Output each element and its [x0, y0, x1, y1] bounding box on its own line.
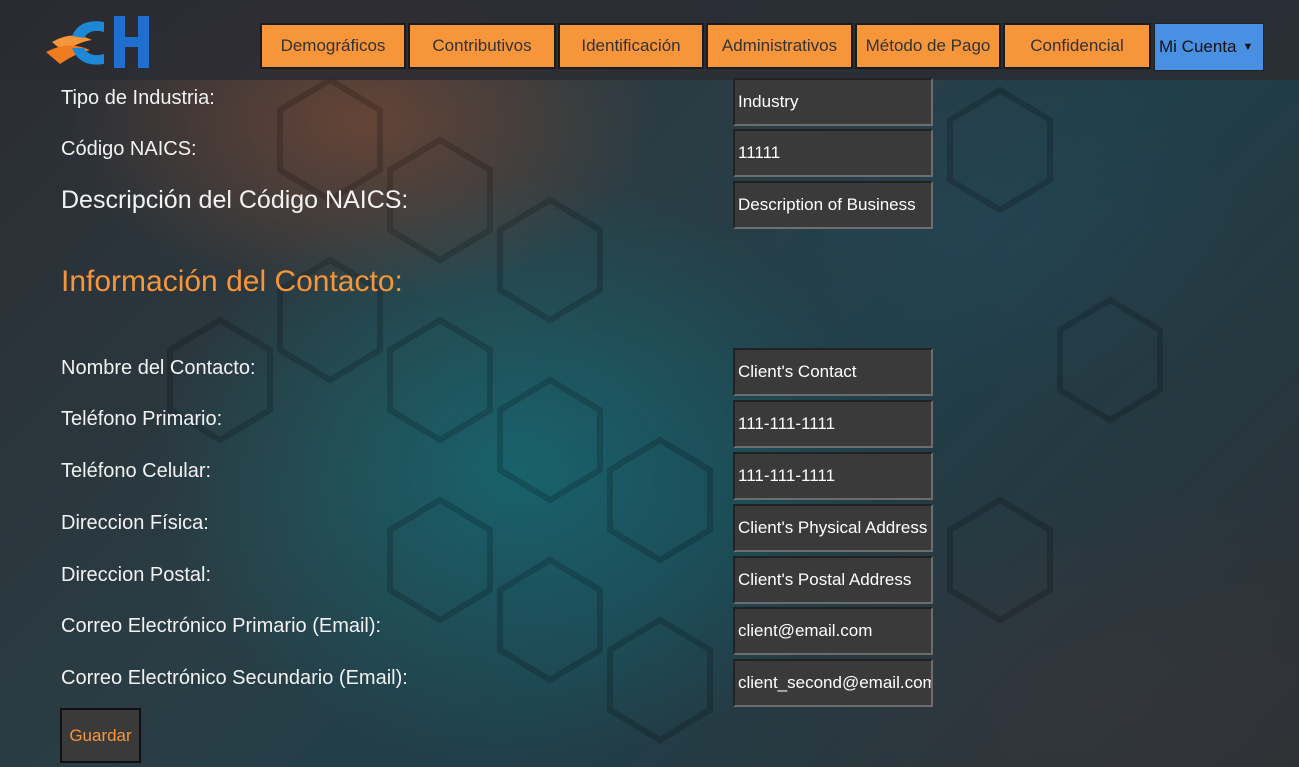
hexagon-background: [167, 76, 1163, 744]
tab-identificacion[interactable]: Identificación: [558, 23, 704, 69]
primary-email-field[interactable]: client@email.com: [733, 607, 933, 655]
tab-administrativos[interactable]: Administrativos: [706, 23, 853, 69]
secondary-email-label: Correo Electrónico Secundario (Email):: [61, 667, 408, 689]
cell-phone-label: Teléfono Celular:: [61, 460, 212, 482]
account-select[interactable]: Mi Cuenta ▼: [1154, 23, 1264, 71]
physical-address-label: Direccion Física:: [61, 512, 209, 534]
industry-field[interactable]: Industry: [733, 78, 933, 126]
postal-address-label: Direccion Postal:: [61, 564, 212, 586]
contact-name-label: Nombre del Contacto:: [61, 357, 256, 379]
postal-address-field[interactable]: Client's Postal Address: [733, 556, 933, 604]
primary-phone-label: Teléfono Primario:: [61, 408, 223, 430]
tab-demograficos[interactable]: Demográficos: [260, 23, 406, 69]
top-navigation-bar: Demográficos Contributivos Identificació…: [0, 0, 1299, 80]
industry-label: Tipo de Industria:: [61, 87, 215, 109]
tab-confidencial[interactable]: Confidencial: [1003, 23, 1151, 69]
physical-address-field[interactable]: Client's Physical Address: [733, 504, 933, 552]
naics-description-label: Descripción del Código NAICS:: [61, 186, 409, 214]
naics-code-field[interactable]: 11111: [733, 129, 933, 177]
tab-metodo-de-pago[interactable]: Método de Pago: [855, 23, 1001, 69]
contact-name-field[interactable]: Client's Contact: [733, 348, 933, 396]
naics-code-label: Código NAICS:: [61, 138, 197, 160]
naics-description-field[interactable]: Description of Business: [733, 181, 933, 229]
account-select-value: Mi Cuenta: [1159, 37, 1237, 56]
cell-phone-field[interactable]: 111-111-1111: [733, 452, 933, 500]
tab-contributivos[interactable]: Contributivos: [408, 23, 556, 69]
secondary-email-field[interactable]: client_second@email.com: [733, 659, 933, 707]
ch-logo[interactable]: [42, 12, 154, 72]
primary-email-label: Correo Electrónico Primario (Email):: [61, 615, 382, 637]
save-button[interactable]: Guardar: [60, 708, 141, 763]
main-nav: Demográficos Contributivos Identificació…: [260, 23, 1153, 69]
primary-phone-field[interactable]: 111-111-1111: [733, 400, 933, 448]
chevron-down-icon: ▼: [1242, 41, 1254, 53]
contact-section-heading: Información del Contacto:: [61, 265, 403, 298]
